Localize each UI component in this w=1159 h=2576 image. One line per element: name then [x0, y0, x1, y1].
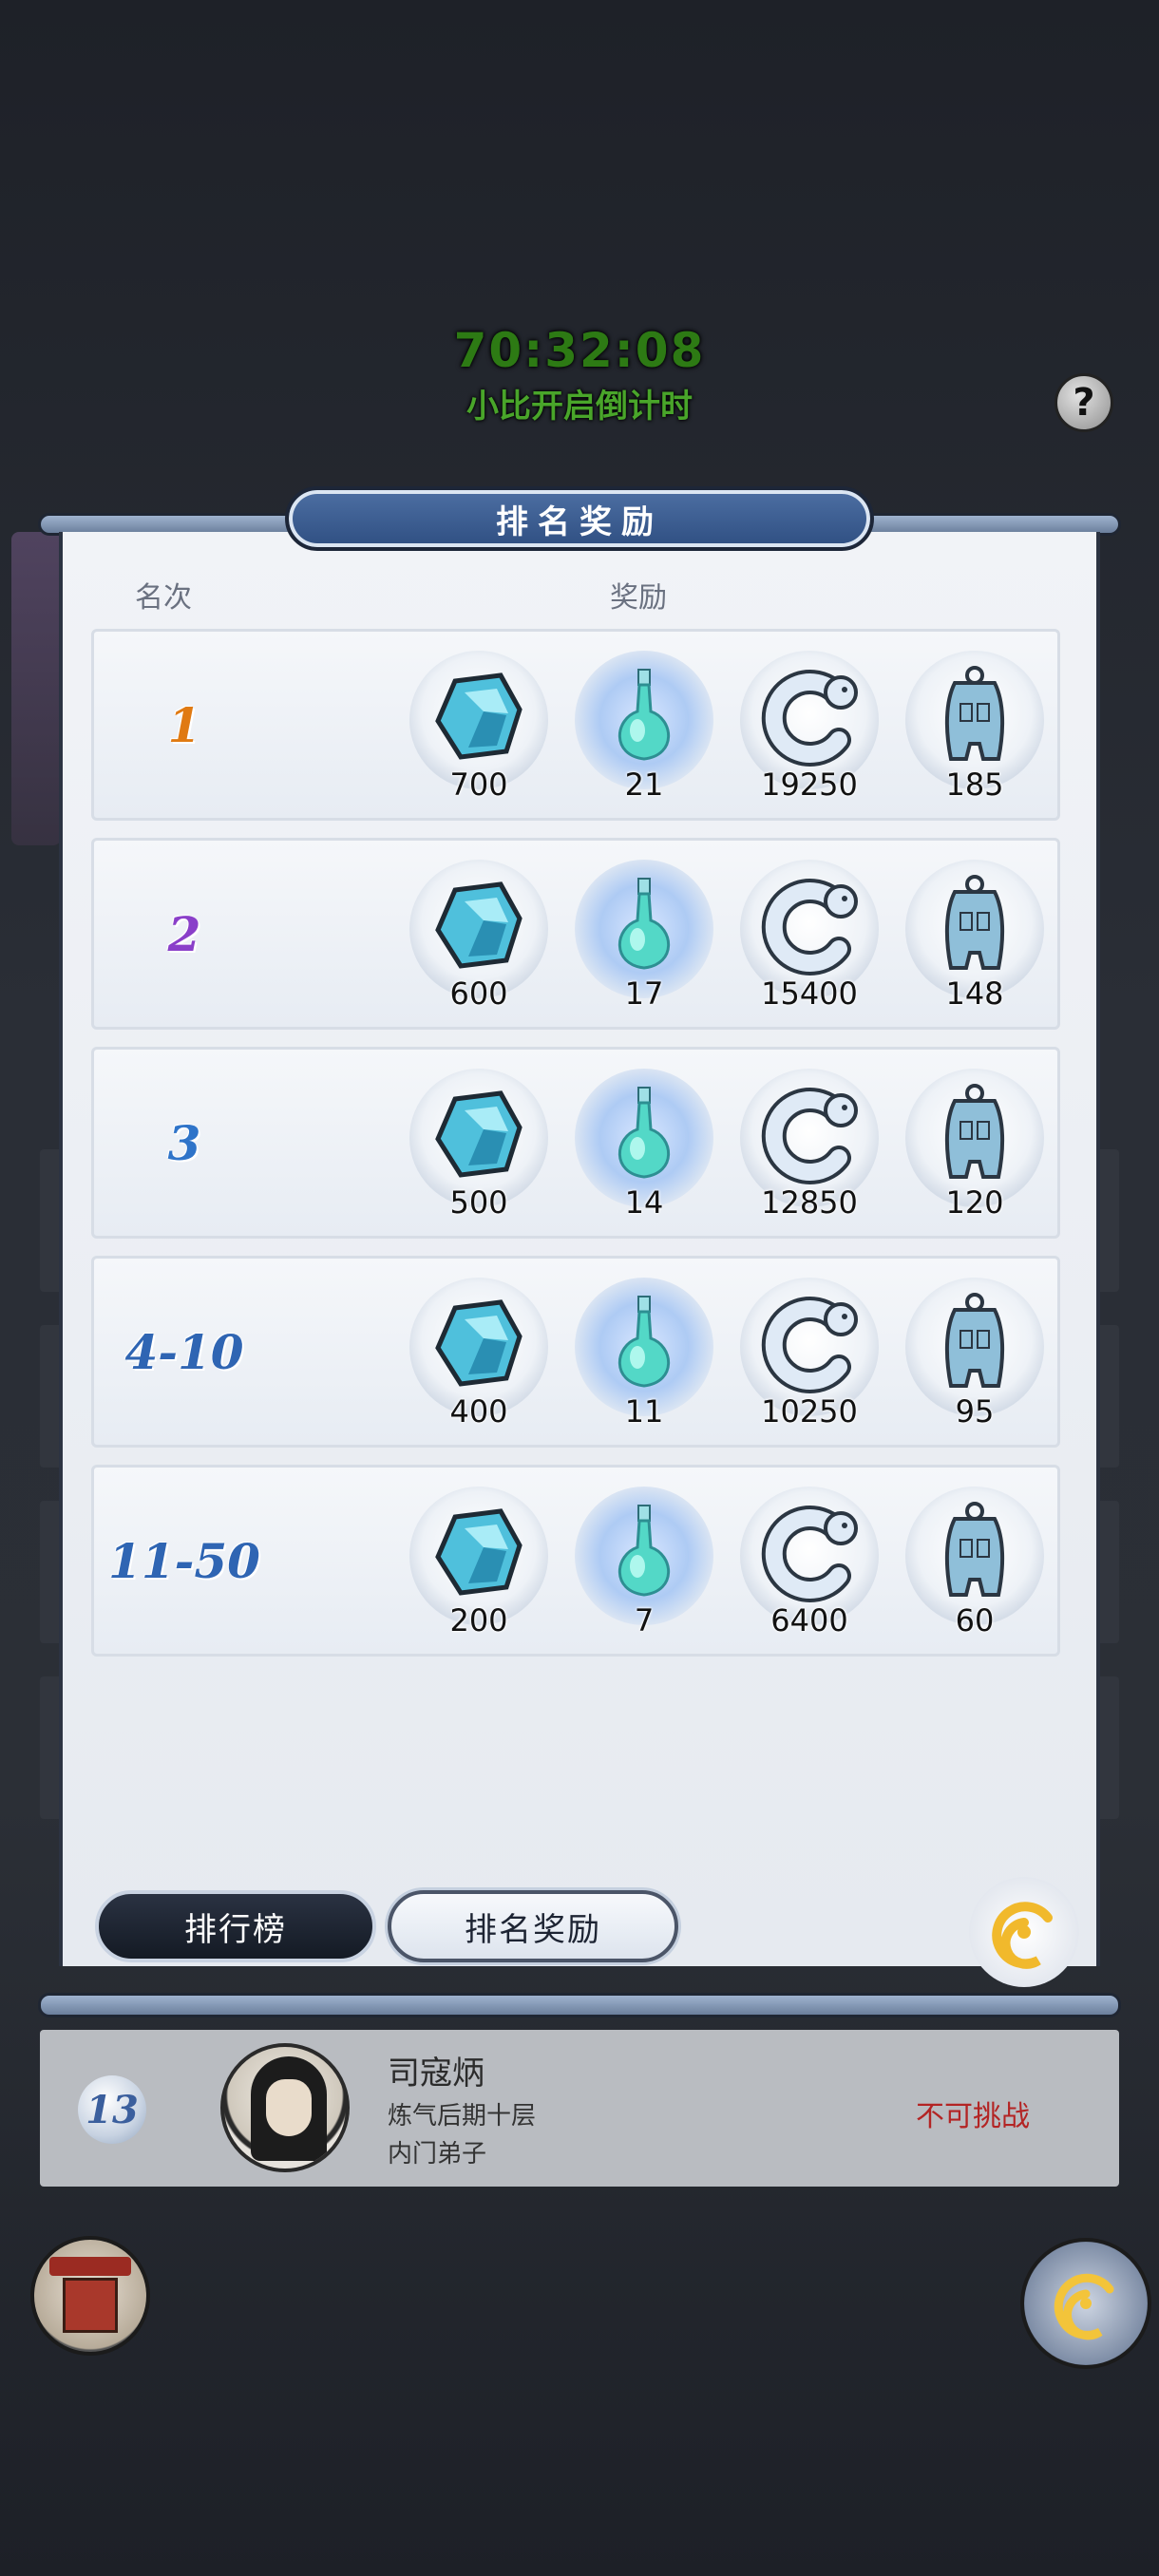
reward-quantity: 14 — [624, 1184, 664, 1221]
reward-item-elixir[interactable]: 21 — [573, 651, 715, 812]
reward-item-token[interactable]: 60 — [903, 1487, 1046, 1648]
reward-quantity: 7 — [634, 1602, 655, 1638]
reward-item-spirit-stone[interactable]: 500 — [408, 1069, 550, 1230]
rank-label: 4-10 — [124, 1323, 244, 1380]
countdown-label: 小比开启倒计时 — [466, 388, 693, 426]
reward-quantity: 6400 — [770, 1602, 848, 1638]
gate-icon — [49, 2257, 131, 2276]
left-decoration — [11, 532, 61, 845]
swirl-icon — [992, 1902, 1053, 1969]
swirl-button[interactable] — [1020, 2238, 1151, 2369]
reward-quantity: 21 — [624, 767, 664, 803]
reward-item-spirit-stone[interactable]: 200 — [408, 1487, 550, 1648]
reward-quantity: 60 — [955, 1602, 995, 1638]
rank-label: 1 — [167, 696, 201, 753]
reward-row: 4-10 400 11 10250 95 — [91, 1256, 1060, 1448]
avatar — [220, 2043, 350, 2172]
help-icon: ? — [1073, 381, 1095, 425]
reward-quantity: 400 — [449, 1393, 508, 1430]
reward-quantity: 700 — [449, 767, 508, 803]
reward-quantity: 185 — [945, 767, 1004, 803]
modal-title-banner: 排名奖励 — [285, 486, 874, 551]
player-role: 内门弟子 — [388, 2140, 487, 2169]
player-row[interactable]: 13 司寇炳 炼气后期十层 内门弟子 不可挑战 — [40, 2030, 1119, 2187]
player-rank-badge: 13 — [78, 2075, 146, 2144]
reward-quantity: 148 — [945, 975, 1004, 1012]
reward-item-token[interactable]: 120 — [903, 1069, 1046, 1230]
reward-quantity: 15400 — [761, 975, 858, 1012]
player-status: 不可挑战 — [916, 2100, 1030, 2133]
reward-item-jade-dragon[interactable]: 10250 — [738, 1278, 881, 1439]
reward-quantity: 19250 — [761, 767, 858, 803]
modal-title: 排名奖励 — [496, 502, 663, 541]
player-realm: 炼气后期十层 — [388, 2102, 537, 2131]
rank-label: 11-50 — [108, 1532, 260, 1589]
swirl-icon — [1054, 2273, 1114, 2340]
header-rank: 名次 — [135, 581, 192, 615]
tab-rank-rewards-label: 排名奖励 — [465, 1910, 601, 1949]
reward-quantity: 200 — [449, 1602, 508, 1638]
reward-quantity: 10250 — [761, 1393, 858, 1430]
reward-quantity: 95 — [955, 1393, 995, 1430]
reward-item-elixir[interactable]: 14 — [573, 1069, 715, 1230]
countdown: 70:32:08 小比开启倒计时 — [0, 323, 1159, 426]
reward-item-elixir[interactable]: 17 — [573, 860, 715, 1021]
rank-label: 2 — [167, 905, 201, 962]
modal-bottom-bar — [38, 1993, 1121, 2017]
sect-gate-button[interactable] — [30, 2236, 150, 2356]
reward-row: 3 500 14 12850 120 — [91, 1047, 1060, 1239]
tab-leaderboard-label: 排行榜 — [184, 1910, 287, 1949]
reward-item-spirit-stone[interactable]: 700 — [408, 651, 550, 812]
close-button[interactable] — [969, 1877, 1079, 1987]
player-name: 司寇炳 — [388, 2055, 484, 2093]
reward-item-spirit-stone[interactable]: 600 — [408, 860, 550, 1021]
reward-item-spirit-stone[interactable]: 400 — [408, 1278, 550, 1439]
help-button[interactable]: ? — [1054, 373, 1113, 432]
tab-rank-rewards[interactable]: 排名奖励 — [388, 1890, 678, 1962]
reward-row: 2 600 17 15400 148 — [91, 838, 1060, 1030]
reward-item-token[interactable]: 95 — [903, 1278, 1046, 1439]
countdown-time: 70:32:08 — [453, 323, 706, 378]
reward-row: 11-50 200 7 6400 60 — [91, 1465, 1060, 1657]
reward-quantity: 500 — [449, 1184, 508, 1221]
reward-item-jade-dragon[interactable]: 15400 — [738, 860, 881, 1021]
reward-row: 1 700 21 19250 185 — [91, 629, 1060, 821]
reward-item-elixir[interactable]: 11 — [573, 1278, 715, 1439]
reward-quantity: 600 — [449, 975, 508, 1012]
reward-item-jade-dragon[interactable]: 19250 — [738, 651, 881, 812]
reward-quantity: 11 — [624, 1393, 664, 1430]
header-reward: 奖励 — [610, 581, 667, 615]
reward-item-jade-dragon[interactable]: 6400 — [738, 1487, 881, 1648]
reward-quantity: 120 — [945, 1184, 1004, 1221]
reward-quantity: 17 — [624, 975, 664, 1012]
tab-leaderboard[interactable]: 排行榜 — [95, 1890, 376, 1962]
reward-quantity: 12850 — [761, 1184, 858, 1221]
reward-item-token[interactable]: 185 — [903, 651, 1046, 812]
reward-item-jade-dragon[interactable]: 12850 — [738, 1069, 881, 1230]
reward-item-elixir[interactable]: 7 — [573, 1487, 715, 1648]
rank-label: 3 — [167, 1114, 201, 1171]
reward-item-token[interactable]: 148 — [903, 860, 1046, 1021]
